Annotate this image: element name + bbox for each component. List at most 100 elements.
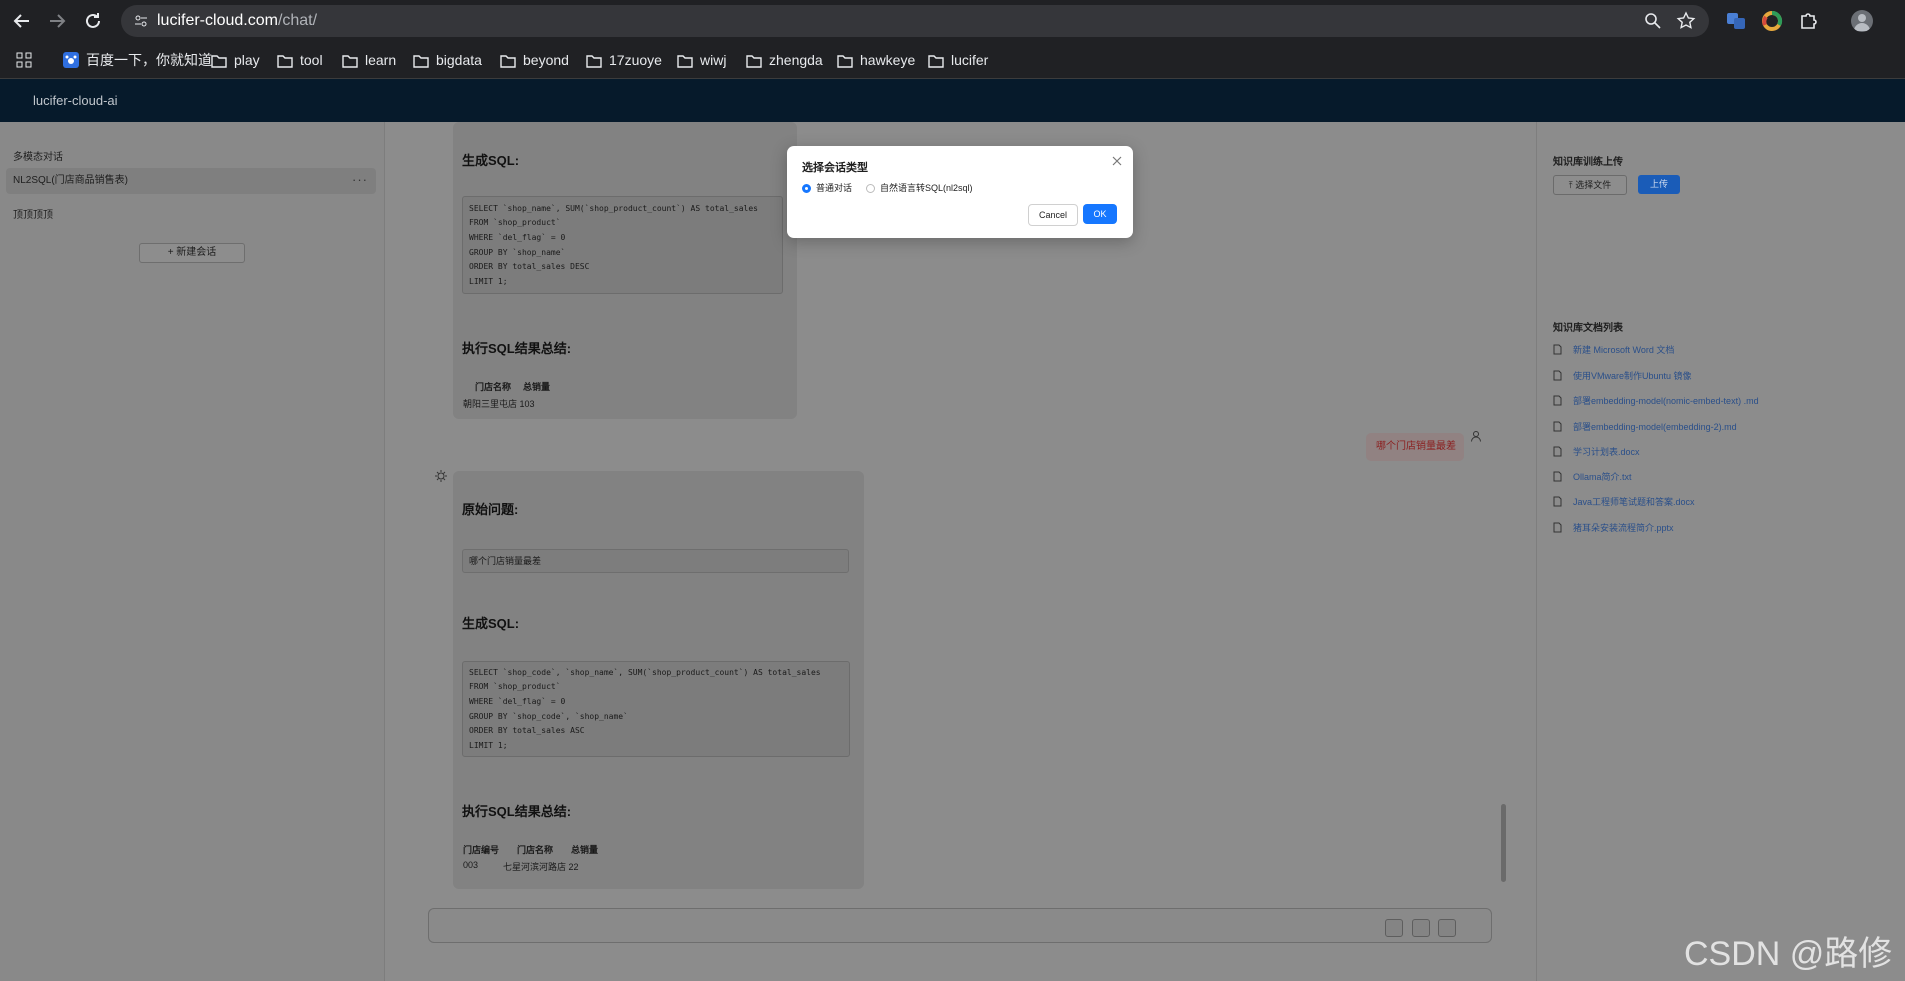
bookmark-folder-17zuoye[interactable]: 17zuoye — [586, 42, 662, 78]
file-name: 学习计划表.docx — [1573, 447, 1640, 457]
file-name: 使用VMware制作Ubuntu 镜像 — [1573, 371, 1692, 381]
table-header-cell: 总销量 — [571, 845, 599, 855]
folder-icon — [928, 55, 944, 68]
bot-message: 原始问题: 哪个门店销量最差 生成SQL: SELECT `shop_code`… — [453, 471, 864, 889]
sql-line: FROM `shop_product` — [469, 218, 561, 227]
sql-line: GROUP BY `shop_name` — [469, 248, 566, 257]
chat-scrollbar[interactable] — [1501, 804, 1506, 882]
gen-sql-heading: 生成SQL: — [462, 153, 520, 168]
upload-icon[interactable] — [1438, 919, 1456, 937]
url-text: lucifer-cloud.com/chat/ — [157, 12, 318, 29]
file-icon — [1553, 421, 1562, 432]
file-icon — [1553, 496, 1562, 507]
extensions-puzzle-icon[interactable] — [1797, 10, 1819, 32]
bookmark-star-icon[interactable] — [1676, 11, 1696, 31]
file-name: 猪耳朵安装流程简介.pptx — [1573, 523, 1674, 533]
sidebar-item-dingding[interactable]: 顶顶顶顶 — [13, 206, 53, 221]
table-header-cell: 门店编号 — [463, 845, 500, 855]
table-header-cell: 门店名称 — [475, 382, 512, 392]
file-name: 部署embedding-model(embedding-2).md — [1573, 422, 1737, 432]
color-extension-icon[interactable] — [1761, 10, 1783, 32]
bookmark-folder-tool[interactable]: tool — [277, 42, 323, 78]
choose-file-button[interactable]: ⤒ 选择文件 — [1553, 175, 1627, 195]
profile-avatar[interactable] — [1851, 10, 1873, 32]
question-text: 哪个门店销量最差 — [469, 556, 542, 566]
radio-label: 自然语言转SQL(nl2sql) — [880, 183, 973, 193]
forward-arrow-icon[interactable] — [45, 9, 69, 33]
user-message: 哪个门店销量最差 — [1366, 433, 1464, 461]
table-row-cell: 003 — [463, 860, 479, 870]
sql-line: SELECT `shop_name`, SUM(`shop_product_co… — [469, 204, 758, 213]
bookmark-folder-hawkeye[interactable]: hawkeye — [837, 42, 915, 78]
knowledge-base-panel: 知识库训练上传 ⤒ 选择文件 上传 知识库文档列表 新建 Microsoft W… — [1536, 122, 1905, 981]
more-options-icon[interactable]: ··· — [352, 168, 368, 192]
site-info-icon[interactable] — [133, 13, 149, 29]
table-row: 朝阳三里屯店 103 — [463, 399, 535, 409]
file-icon — [1553, 344, 1562, 355]
cancel-button[interactable]: Cancel — [1028, 204, 1078, 226]
bookmark-folder-wiwj[interactable]: wiwj — [677, 42, 726, 78]
file-icon — [1553, 522, 1562, 533]
file-icon — [1553, 446, 1562, 457]
bookmark-folder-bigdata[interactable]: bigdata — [413, 42, 482, 78]
table-header-cell: 总销量 — [523, 382, 551, 392]
radio-normal-chat[interactable]: 普通对话 — [802, 181, 852, 195]
file-icon — [1553, 395, 1562, 406]
sql-line: WHERE `del_flag` = 0 — [469, 233, 566, 242]
bookmark-folder-learn[interactable]: learn — [342, 42, 396, 78]
message-input[interactable] — [428, 908, 1905, 943]
session-type-modal: 选择会话类型 普通对话 自然语言转SQL(nl2sql) Cancel OK — [787, 146, 1133, 238]
gen-sql-heading: 生成SQL: — [462, 616, 520, 631]
bookmark-baidu[interactable]: 百度一下，你就知道 — [63, 42, 212, 78]
user-avatar-icon — [1471, 431, 1481, 442]
upload-button[interactable]: 上传 — [1638, 175, 1680, 194]
sql-line: ORDER BY total_sales DESC — [469, 262, 590, 271]
bot-avatar-icon — [435, 470, 447, 482]
sql-code-block: SELECT `shop_name`, SUM(`shop_product_co… — [462, 196, 783, 294]
sql-line: LIMIT 1; — [469, 277, 508, 286]
upload-section-title: 知识库训练上传 — [1553, 157, 1623, 168]
radio-nl2sql[interactable]: 自然语言转SQL(nl2sql) — [866, 181, 973, 195]
back-arrow-icon[interactable] — [10, 9, 34, 33]
folder-icon — [837, 55, 853, 68]
reload-icon[interactable] — [81, 9, 105, 33]
table-row-cell: 七星河滨河路店 22 — [503, 862, 579, 872]
user-message-text: 哪个门店销量最差 — [1376, 441, 1456, 452]
video-icon[interactable] — [1385, 919, 1403, 937]
sidebar-item-nl2sql[interactable]: NL2SQL(门店商品销售表) ··· — [6, 168, 376, 194]
file-name: 部署embedding-model(nomic-embed-text) .md — [1573, 396, 1759, 406]
translate-extension-icon[interactable] — [1725, 10, 1747, 32]
app-title: lucifer-cloud-ai — [33, 93, 118, 108]
sql-line: FROM `shop_product` — [469, 682, 561, 691]
bookmarks-bar: 百度一下，你就知道 play tool learn bigdata beyond… — [0, 42, 1905, 79]
apps-grid-icon[interactable] — [16, 42, 39, 78]
close-icon[interactable] — [1111, 155, 1123, 167]
bookmark-folder-beyond[interactable]: beyond — [500, 42, 569, 78]
sidebar-item-label: NL2SQL(门店商品销售表) — [13, 175, 129, 186]
bookmark-folder-play[interactable]: play — [211, 42, 260, 78]
new-chat-button[interactable]: + 新建会话 — [139, 243, 245, 263]
address-bar[interactable]: lucifer-cloud.com/chat/ — [121, 5, 1709, 37]
sql-line: WHERE `del_flag` = 0 — [469, 697, 566, 706]
folder-icon — [342, 55, 358, 68]
app-header: lucifer-cloud-ai — [0, 79, 1905, 122]
question-box: 哪个门店销量最差 — [462, 549, 849, 573]
doc-list-title: 知识库文档列表 — [1553, 323, 1623, 334]
ok-button[interactable]: OK — [1083, 204, 1117, 224]
zoom-icon[interactable] — [1643, 11, 1663, 31]
sql-line: SELECT `shop_code`, `shop_name`, SUM(`sh… — [469, 668, 821, 677]
bookmark-folder-zhengda[interactable]: zhengda — [746, 42, 823, 78]
result-heading: 执行SQL结果总结: — [462, 341, 572, 356]
image-icon[interactable] — [1412, 919, 1430, 937]
folder-icon — [746, 55, 762, 68]
sql-line: ORDER BY total_sales ASC — [469, 726, 585, 735]
radio-label: 普通对话 — [816, 183, 853, 193]
csdn-watermark: CSDN @路修 — [1684, 935, 1893, 973]
sql-line: LIMIT 1; — [469, 741, 508, 750]
bookmark-folder-lucifer[interactable]: lucifer — [928, 42, 988, 78]
folder-icon — [413, 55, 429, 68]
baidu-paw-icon — [63, 52, 79, 68]
file-icon — [1553, 370, 1562, 381]
chat-area: 生成SQL: SELECT `shop_name`, SUM(`shop_pro… — [385, 122, 1535, 981]
file-name: Java工程师笔试题和答案.docx — [1573, 497, 1695, 507]
